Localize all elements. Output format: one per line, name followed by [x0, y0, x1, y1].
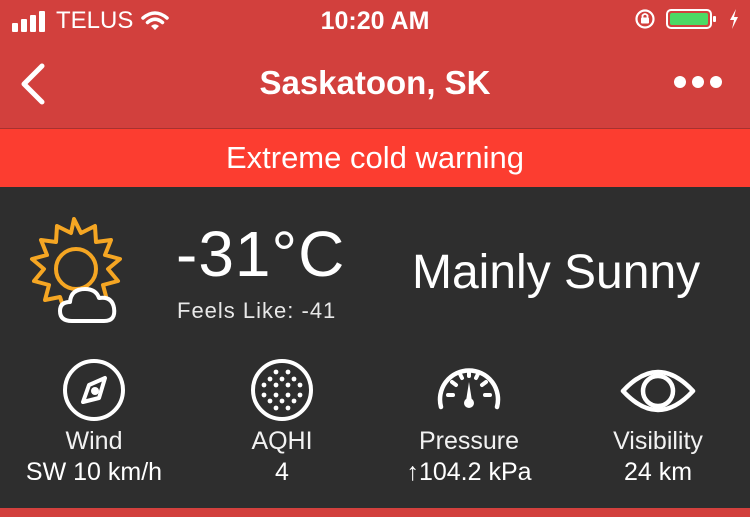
bottom-divider: [0, 508, 750, 517]
compass-icon: [63, 359, 125, 421]
status-bar: TELUS 10:20 AM: [0, 0, 750, 40]
rotation-lock-icon: [635, 9, 655, 29]
charging-bolt-icon: [730, 9, 738, 29]
current-conditions: -31°C Feels Like: -41 Mainly Sunny Wind …: [0, 187, 750, 507]
more-dot-icon: [674, 76, 686, 88]
more-dot-icon: [692, 76, 704, 88]
pressure-label: Pressure: [418, 427, 520, 455]
more-options-button[interactable]: [674, 76, 722, 88]
aqhi-label: AQHI: [251, 427, 313, 455]
aqhi-dots-icon: [251, 359, 313, 421]
pressure-gauge-icon: [437, 368, 501, 410]
pressure-value: ↑104.2 kPa: [406, 458, 532, 486]
aqhi-value: 4: [275, 458, 289, 486]
eye-icon: [620, 369, 696, 413]
status-right: [634, 8, 740, 30]
weather-condition: Mainly Sunny: [412, 246, 701, 299]
wind-value: SW 10 km/h: [25, 458, 163, 486]
sun-cloud-icon: [30, 217, 122, 323]
current-temperature: -31°C: [176, 218, 346, 290]
page-title: Saskatoon, SK: [259, 64, 491, 101]
feels-like: Feels Like: -41: [177, 298, 337, 323]
nav-bar: Saskatoon, SK: [0, 40, 750, 129]
battery-icon: [666, 9, 716, 29]
wind-metric[interactable]: Wind SW 10 km/h: [0, 355, 189, 487]
pressure-metric[interactable]: Pressure ↑104.2 kPa: [374, 355, 564, 487]
visibility-label: Visibility: [613, 427, 703, 455]
visibility-metric[interactable]: Visibility 24 km: [563, 355, 750, 487]
visibility-value: 24 km: [623, 458, 693, 486]
extreme-cold-warning-banner[interactable]: Extreme cold warning: [0, 129, 750, 187]
metrics-row: Wind SW 10 km/h AQHI 4 Pressure ↑104.2 k…: [0, 355, 750, 495]
wind-label: Wind: [65, 427, 123, 455]
aqhi-metric[interactable]: AQHI 4: [187, 355, 377, 487]
more-dot-icon: [710, 76, 722, 88]
